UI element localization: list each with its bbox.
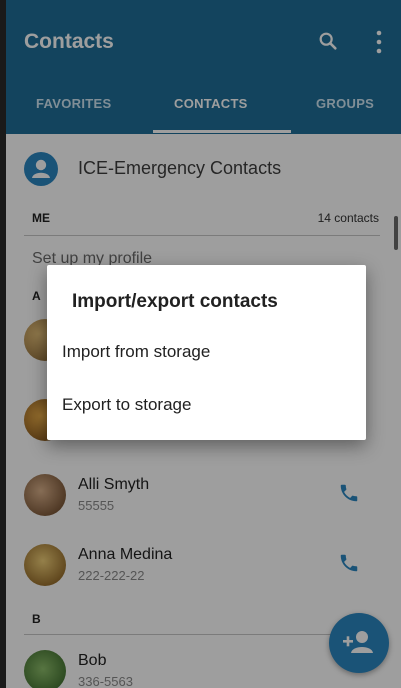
dialog-title: Import/export contacts — [72, 291, 278, 312]
export-to-storage-option[interactable]: Export to storage — [62, 385, 352, 425]
import-from-storage-option[interactable]: Import from storage — [62, 332, 352, 372]
import-export-dialog: Import/export contacts Import from stora… — [47, 265, 366, 440]
screen: Contacts FAVORITES CONTACTS GROUPS ICE-E… — [0, 0, 401, 688]
